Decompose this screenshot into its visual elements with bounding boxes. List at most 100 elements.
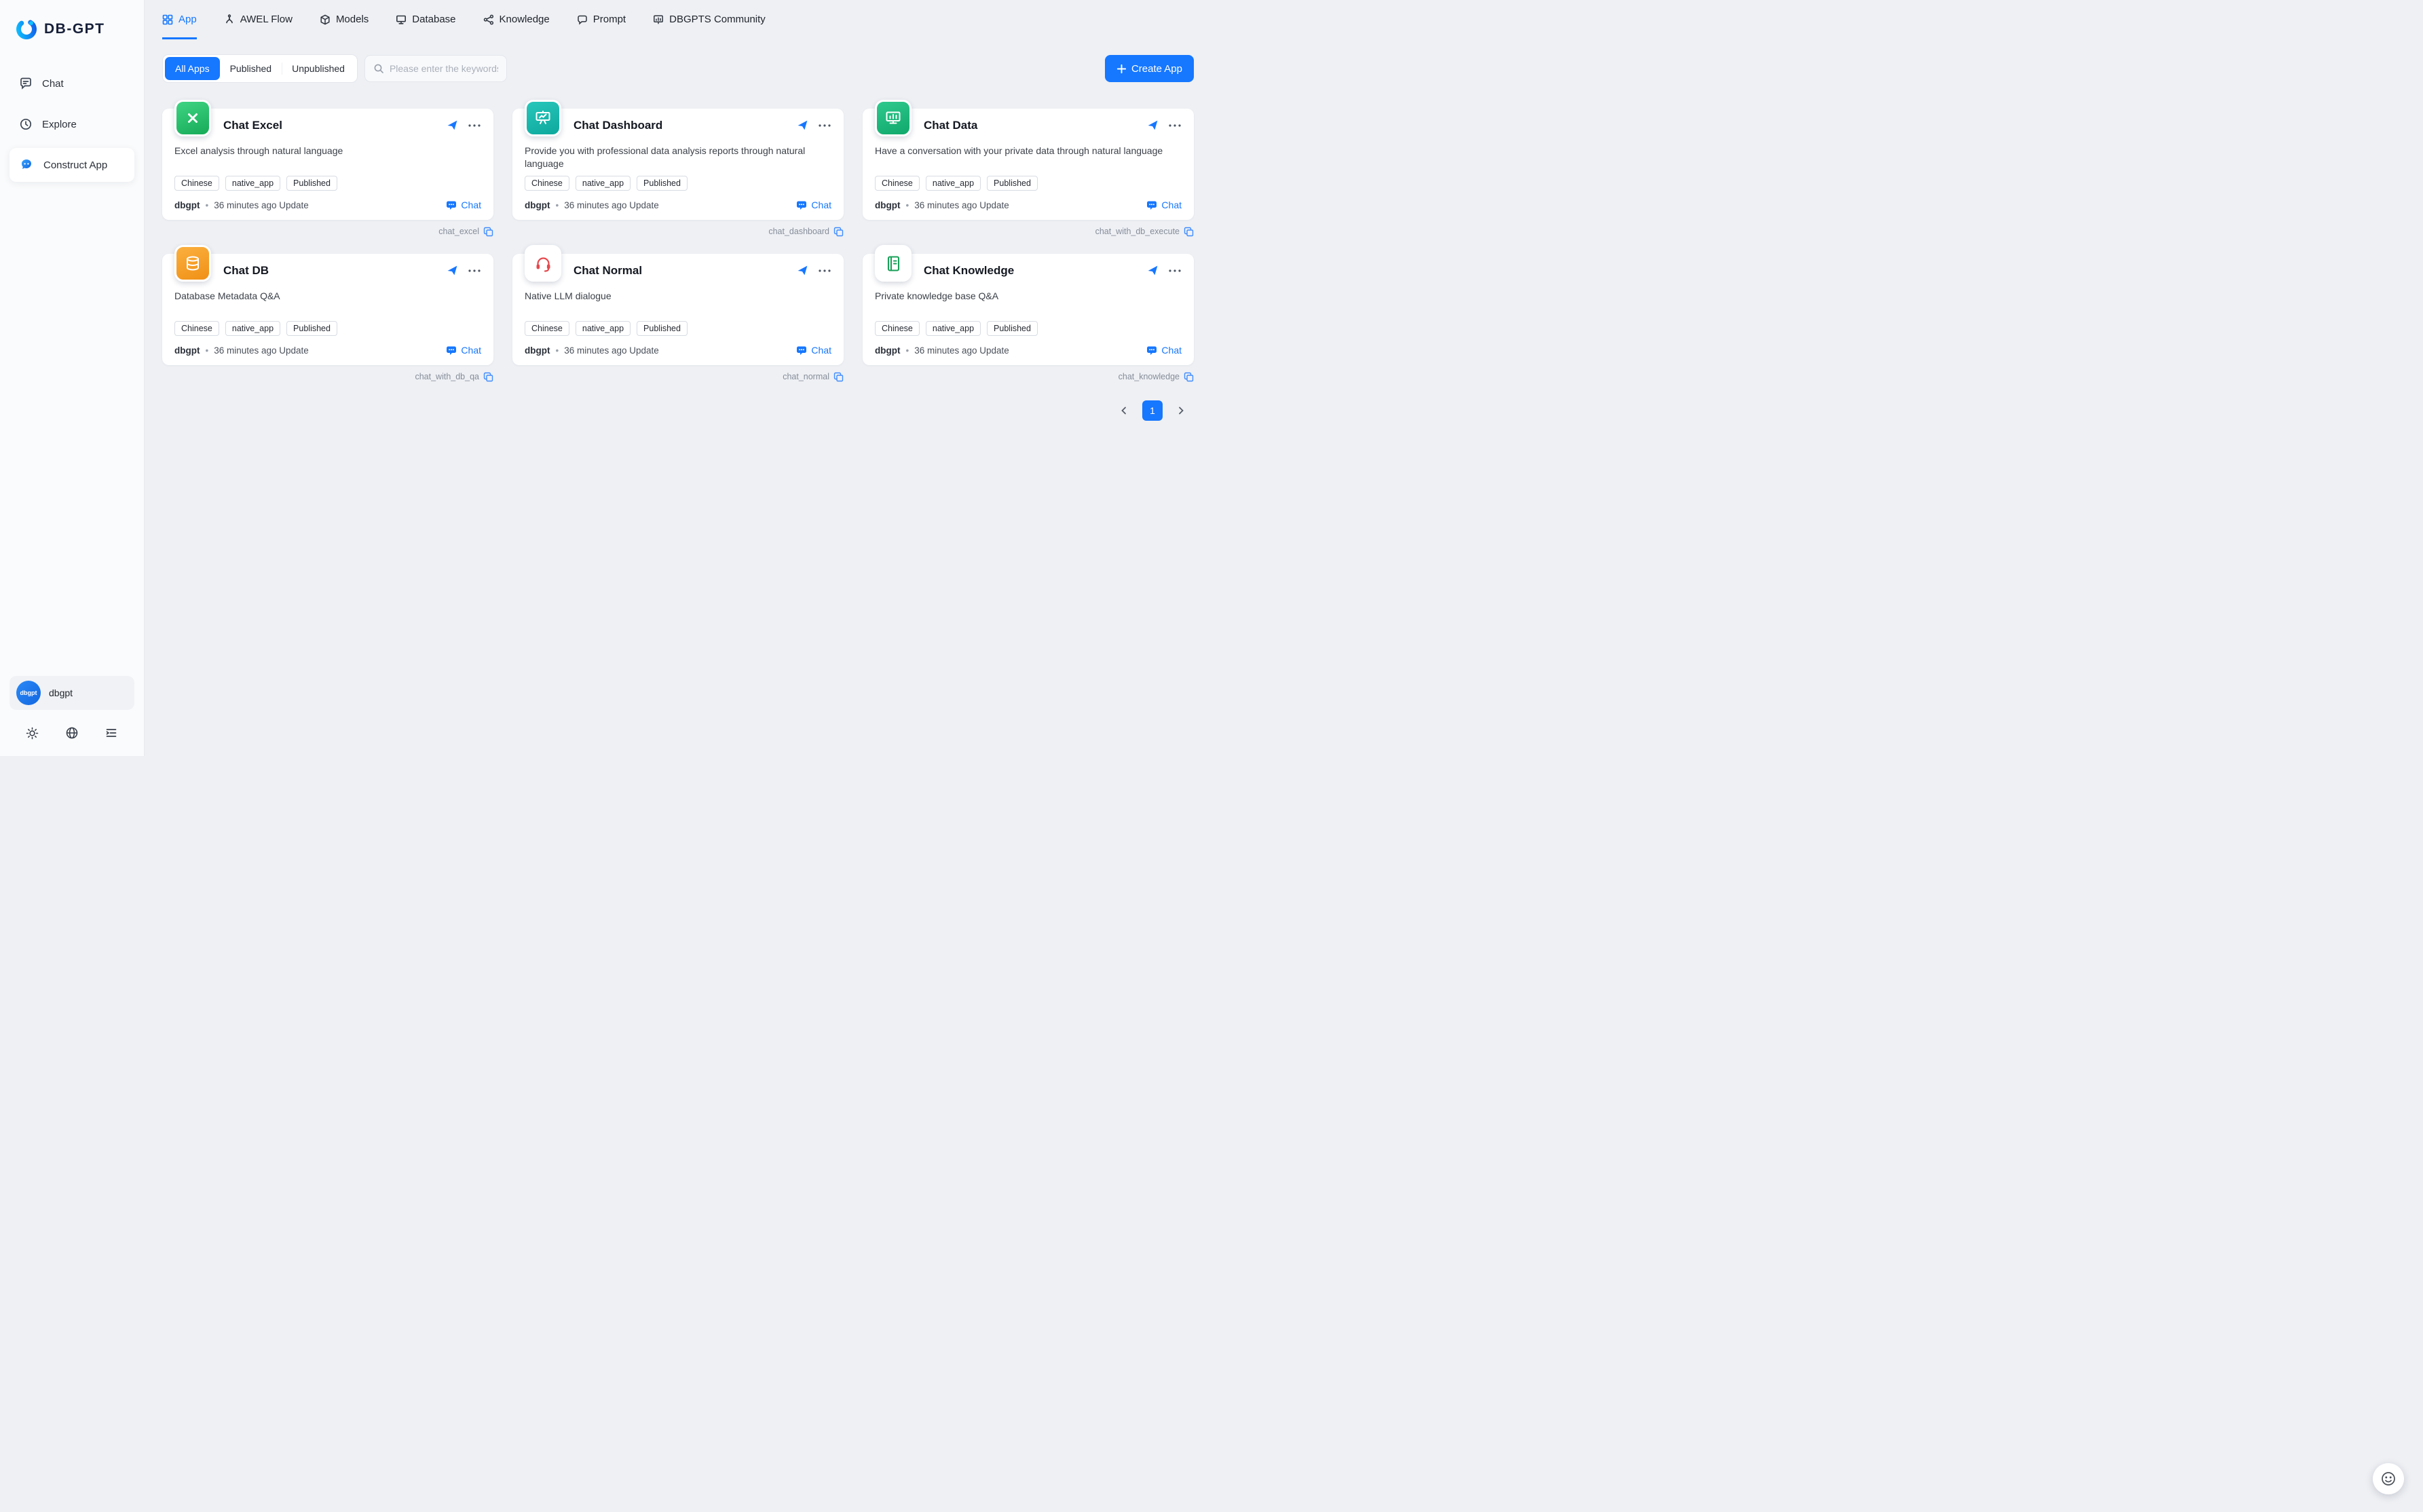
filter-published[interactable]: Published — [220, 57, 282, 80]
app-card[interactable]: Chat Knowledge Private knowledge base Q&… — [863, 254, 1194, 365]
logo-text: DB-GPT — [44, 21, 105, 37]
tag: Chinese — [174, 321, 219, 336]
sidebar-item-construct-app[interactable]: Construct App — [10, 148, 134, 182]
copy-icon[interactable] — [1184, 372, 1194, 382]
share-send-icon[interactable] — [797, 119, 808, 131]
chat-button-label: Chat — [1161, 200, 1182, 210]
share-send-icon[interactable] — [797, 265, 808, 276]
copy-icon[interactable] — [1184, 227, 1194, 237]
tab-app[interactable]: App — [162, 0, 197, 39]
copy-icon[interactable] — [483, 372, 493, 382]
app-logo[interactable]: DB-GPT — [10, 0, 134, 41]
explore-icon — [19, 117, 33, 131]
theme-sun-icon[interactable] — [22, 723, 43, 744]
chat-db-icon — [174, 245, 211, 282]
copy-icon[interactable] — [833, 372, 844, 382]
tab-label: Prompt — [593, 14, 626, 25]
page-number-1[interactable]: 1 — [1142, 400, 1163, 421]
app-card[interactable]: Chat Data Have a conversation with your … — [863, 109, 1194, 220]
card-footer: chat_with_db_execute — [863, 225, 1194, 238]
dot-separator: • — [555, 345, 559, 356]
card-footer: chat_dashboard — [512, 225, 844, 238]
search-input[interactable] — [390, 63, 498, 74]
chat-button[interactable]: Chat — [446, 200, 481, 210]
app-card[interactable]: Chat Dashboard Provide you with professi… — [512, 109, 844, 220]
filter-tabs: All Apps Published Unpublished — [162, 54, 358, 83]
tab-knowledge[interactable]: Knowledge — [483, 0, 550, 39]
top-navigation: App AWEL Flow Models Da — [162, 0, 1194, 39]
card-meta: dbgpt • 36 minutes ago Update Chat — [525, 345, 831, 356]
next-page-button[interactable] — [1171, 400, 1191, 421]
feedback-smiley-button[interactable] — [2373, 1463, 2404, 1494]
chat-knowledge-icon — [875, 245, 912, 282]
tag-list: Chinese native_app Published — [174, 321, 481, 336]
app-card[interactable]: Chat Normal Native LLM dialogue Chinese … — [512, 254, 844, 365]
chat-button[interactable]: Chat — [796, 200, 831, 210]
tab-models[interactable]: Models — [320, 0, 369, 39]
tag: Published — [286, 321, 337, 336]
chat-button[interactable]: Chat — [446, 345, 481, 356]
app-card[interactable]: Chat Excel Excel analysis through natura… — [162, 109, 493, 220]
card-footer: chat_knowledge — [863, 371, 1194, 383]
sidebar-item-explore[interactable]: Explore — [10, 107, 134, 141]
main-content: App AWEL Flow Models Da — [145, 0, 1212, 756]
create-app-button[interactable]: Create App — [1105, 55, 1194, 82]
language-globe-icon[interactable] — [61, 722, 83, 744]
pagination: 1 — [162, 400, 1194, 421]
more-menu-icon[interactable] — [1168, 269, 1182, 273]
app-card-grid: Chat Excel Excel analysis through natura… — [162, 109, 1194, 383]
tag-list: Chinese native_app Published — [875, 321, 1182, 336]
cube-icon — [320, 14, 331, 25]
sidebar-item-chat[interactable]: Chat — [10, 67, 134, 100]
chat-button[interactable]: Chat — [796, 345, 831, 356]
search-box — [364, 55, 507, 82]
dbgpt-logo-icon — [15, 18, 38, 41]
tag-list: Chinese native_app Published — [174, 176, 481, 191]
tag: Chinese — [525, 176, 569, 191]
sidebar: DB-GPT Chat Explore — [0, 0, 145, 756]
scene-name: chat_with_db_execute — [1095, 227, 1180, 236]
app-card-title: Chat Data — [924, 119, 977, 132]
chat-button[interactable]: Chat — [1146, 200, 1182, 210]
prev-page-button[interactable] — [1114, 400, 1134, 421]
owner-name: dbgpt — [525, 200, 550, 210]
user-avatar: dbgpt — [16, 681, 41, 705]
tab-awel-flow[interactable]: AWEL Flow — [224, 0, 293, 39]
tab-prompt[interactable]: Prompt — [577, 0, 626, 39]
apps-toolbar: All Apps Published Unpublished Create Ap… — [162, 54, 1194, 83]
share-send-icon[interactable] — [1147, 119, 1159, 131]
card-wrap-chat-data: Chat Data Have a conversation with your … — [863, 109, 1194, 238]
share-send-icon[interactable] — [447, 119, 458, 131]
tab-database[interactable]: Database — [396, 0, 455, 39]
create-app-label: Create App — [1131, 63, 1182, 75]
more-menu-icon[interactable] — [818, 269, 831, 273]
chat-button[interactable]: Chat — [1146, 345, 1182, 356]
card-meta: dbgpt • 36 minutes ago Update Chat — [174, 345, 481, 356]
share-send-icon[interactable] — [447, 265, 458, 276]
chat-button-label: Chat — [461, 345, 481, 356]
search-icon — [373, 63, 384, 74]
tag-list: Chinese native_app Published — [525, 321, 831, 336]
scene-name: chat_dashboard — [768, 227, 829, 236]
tag-list: Chinese native_app Published — [875, 176, 1182, 191]
filter-all-apps[interactable]: All Apps — [165, 57, 220, 80]
app-card-description: Database Metadata Q&A — [174, 290, 481, 316]
filter-unpublished[interactable]: Unpublished — [282, 57, 355, 80]
updated-time: 36 minutes ago Update — [914, 345, 1009, 356]
chat-excel-icon — [174, 100, 211, 136]
collapse-sidebar-icon[interactable] — [100, 722, 122, 744]
copy-icon[interactable] — [483, 227, 493, 237]
tab-dbgpts-community[interactable]: DBGPTS Community — [653, 0, 766, 39]
tag: Chinese — [875, 321, 920, 336]
chat-normal-icon — [525, 245, 561, 282]
app-card[interactable]: Chat DB Database Metadata Q&A Chinese na… — [162, 254, 493, 365]
user-profile[interactable]: dbgpt dbgpt — [10, 676, 134, 710]
more-menu-icon[interactable] — [818, 124, 831, 128]
more-menu-icon[interactable] — [468, 124, 481, 128]
copy-icon[interactable] — [833, 227, 844, 237]
share-send-icon[interactable] — [1147, 265, 1159, 276]
tab-label: Knowledge — [500, 14, 550, 25]
more-menu-icon[interactable] — [1168, 124, 1182, 128]
more-menu-icon[interactable] — [468, 269, 481, 273]
sidebar-menu: Chat Explore C — [10, 67, 134, 182]
